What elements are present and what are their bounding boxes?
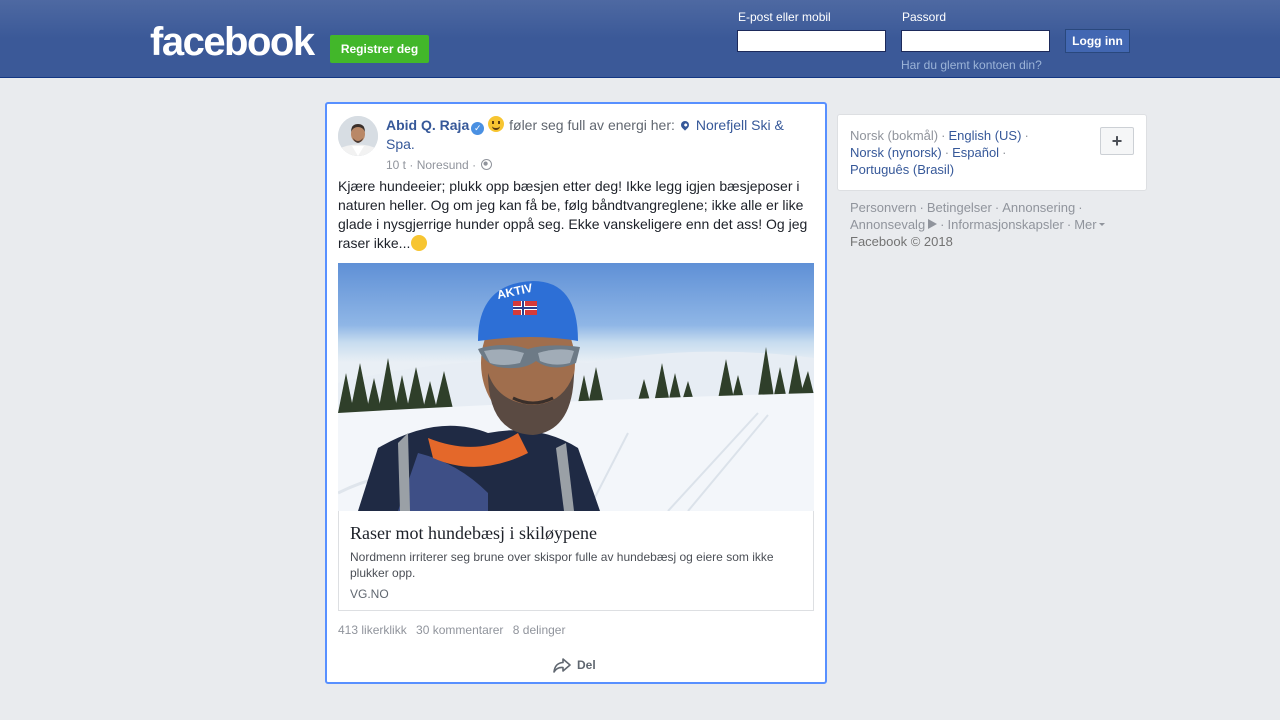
- location-pin-icon: [679, 119, 691, 131]
- link-title[interactable]: Raser mot hundebæsj i skiløypene: [350, 521, 800, 545]
- verified-icon: ✓: [471, 122, 485, 135]
- link-description: Nordmenn irriterer seg brune over skispo…: [350, 550, 774, 580]
- chevron-down-icon: [1098, 223, 1105, 226]
- smiley-emoji-icon: [488, 116, 505, 132]
- adchoices-icon: [928, 219, 938, 229]
- link-preview[interactable]: AKTIV Raser mot hundebæsj i skiløypene N…: [338, 263, 814, 611]
- author-avatar[interactable]: [338, 116, 378, 156]
- privacy-link[interactable]: Personvern: [850, 200, 916, 215]
- login-button[interactable]: Logg inn: [1065, 29, 1130, 53]
- meta-separator: ·: [409, 158, 414, 172]
- adchoices-link[interactable]: Annonsevalg: [850, 217, 925, 232]
- link-domain: VG.NO: [350, 587, 389, 601]
- add-language-button[interactable]: +: [1100, 127, 1134, 155]
- post-body: Kjære hundeeier; plukk opp bæsjen etter …: [338, 177, 814, 253]
- register-button[interactable]: Registrer deg: [330, 35, 429, 63]
- link-text: Raser mot hundebæsj i skiløypene Nordmen…: [350, 521, 800, 601]
- skier-selfie-image: AKTIV: [338, 281, 814, 511]
- post-meta: 10 t · Noresund ·: [386, 158, 493, 172]
- avatar-photo: [338, 116, 378, 156]
- facebook-logo[interactable]: facebook: [150, 17, 315, 67]
- language-option[interactable]: Norsk (nynorsk): [850, 145, 942, 160]
- share-label: Del: [577, 658, 596, 672]
- language-option[interactable]: English (US): [948, 128, 1021, 143]
- language-list: Norsk (bokmål) · English (US) · Norsk (nyno…: [850, 128, 1029, 177]
- feeling-text: føler seg full av energi her:: [509, 117, 675, 133]
- post-card: Abid Q. Raja ✓ føler seg full av energi h…: [325, 102, 827, 684]
- language-option[interactable]: Español: [952, 145, 999, 160]
- comments-count[interactable]: 30 kommentarer: [416, 623, 503, 637]
- globe-icon[interactable]: [481, 159, 493, 170]
- language-current: Norsk (bokmål): [850, 128, 939, 143]
- post-location[interactable]: Noresund: [417, 158, 469, 172]
- grinning-emoji-icon: [411, 235, 428, 251]
- post-stats: 413 likerklikk 30 kommentarer 8 delinger: [338, 623, 571, 637]
- copyright: Facebook © 2018: [850, 234, 953, 249]
- forgot-account-link[interactable]: Har du glemt kontoen din?: [901, 58, 1042, 72]
- email-input[interactable]: [737, 30, 886, 52]
- password-input[interactable]: [901, 30, 1050, 52]
- terms-link[interactable]: Betingelser: [927, 200, 992, 215]
- more-link[interactable]: Mer: [1074, 217, 1096, 232]
- link-image[interactable]: AKTIV: [338, 263, 814, 511]
- author-name[interactable]: Abid Q. Raja: [386, 117, 469, 133]
- share-icon: [553, 658, 571, 673]
- post-text: Kjære hundeeier; plukk opp bæsjen etter …: [338, 178, 808, 251]
- email-label: E-post eller mobil: [738, 10, 831, 24]
- post-timestamp[interactable]: 10 t: [386, 158, 406, 172]
- meta-separator: ·: [472, 158, 477, 172]
- shares-count[interactable]: 8 delinger: [513, 623, 566, 637]
- language-option[interactable]: Português (Brasil): [850, 162, 954, 177]
- top-bar: facebook Registrer deg E-post eller mobi…: [0, 0, 1280, 78]
- post-header: Abid Q. Raja ✓ føler seg full av energi h…: [386, 116, 806, 154]
- cookies-link[interactable]: Informasjonskapsler: [948, 217, 1064, 232]
- advertising-link[interactable]: Annonsering: [1002, 200, 1075, 215]
- likes-count[interactable]: 413 likerklikk: [338, 623, 407, 637]
- language-selector: Norsk (bokmål) · English (US) · Norsk (nyno…: [837, 114, 1147, 191]
- password-label: Passord: [902, 10, 947, 24]
- share-button[interactable]: Del: [553, 655, 596, 675]
- footer-links: Personvern · Betingelser · Annonsering · Anno…: [850, 199, 1130, 250]
